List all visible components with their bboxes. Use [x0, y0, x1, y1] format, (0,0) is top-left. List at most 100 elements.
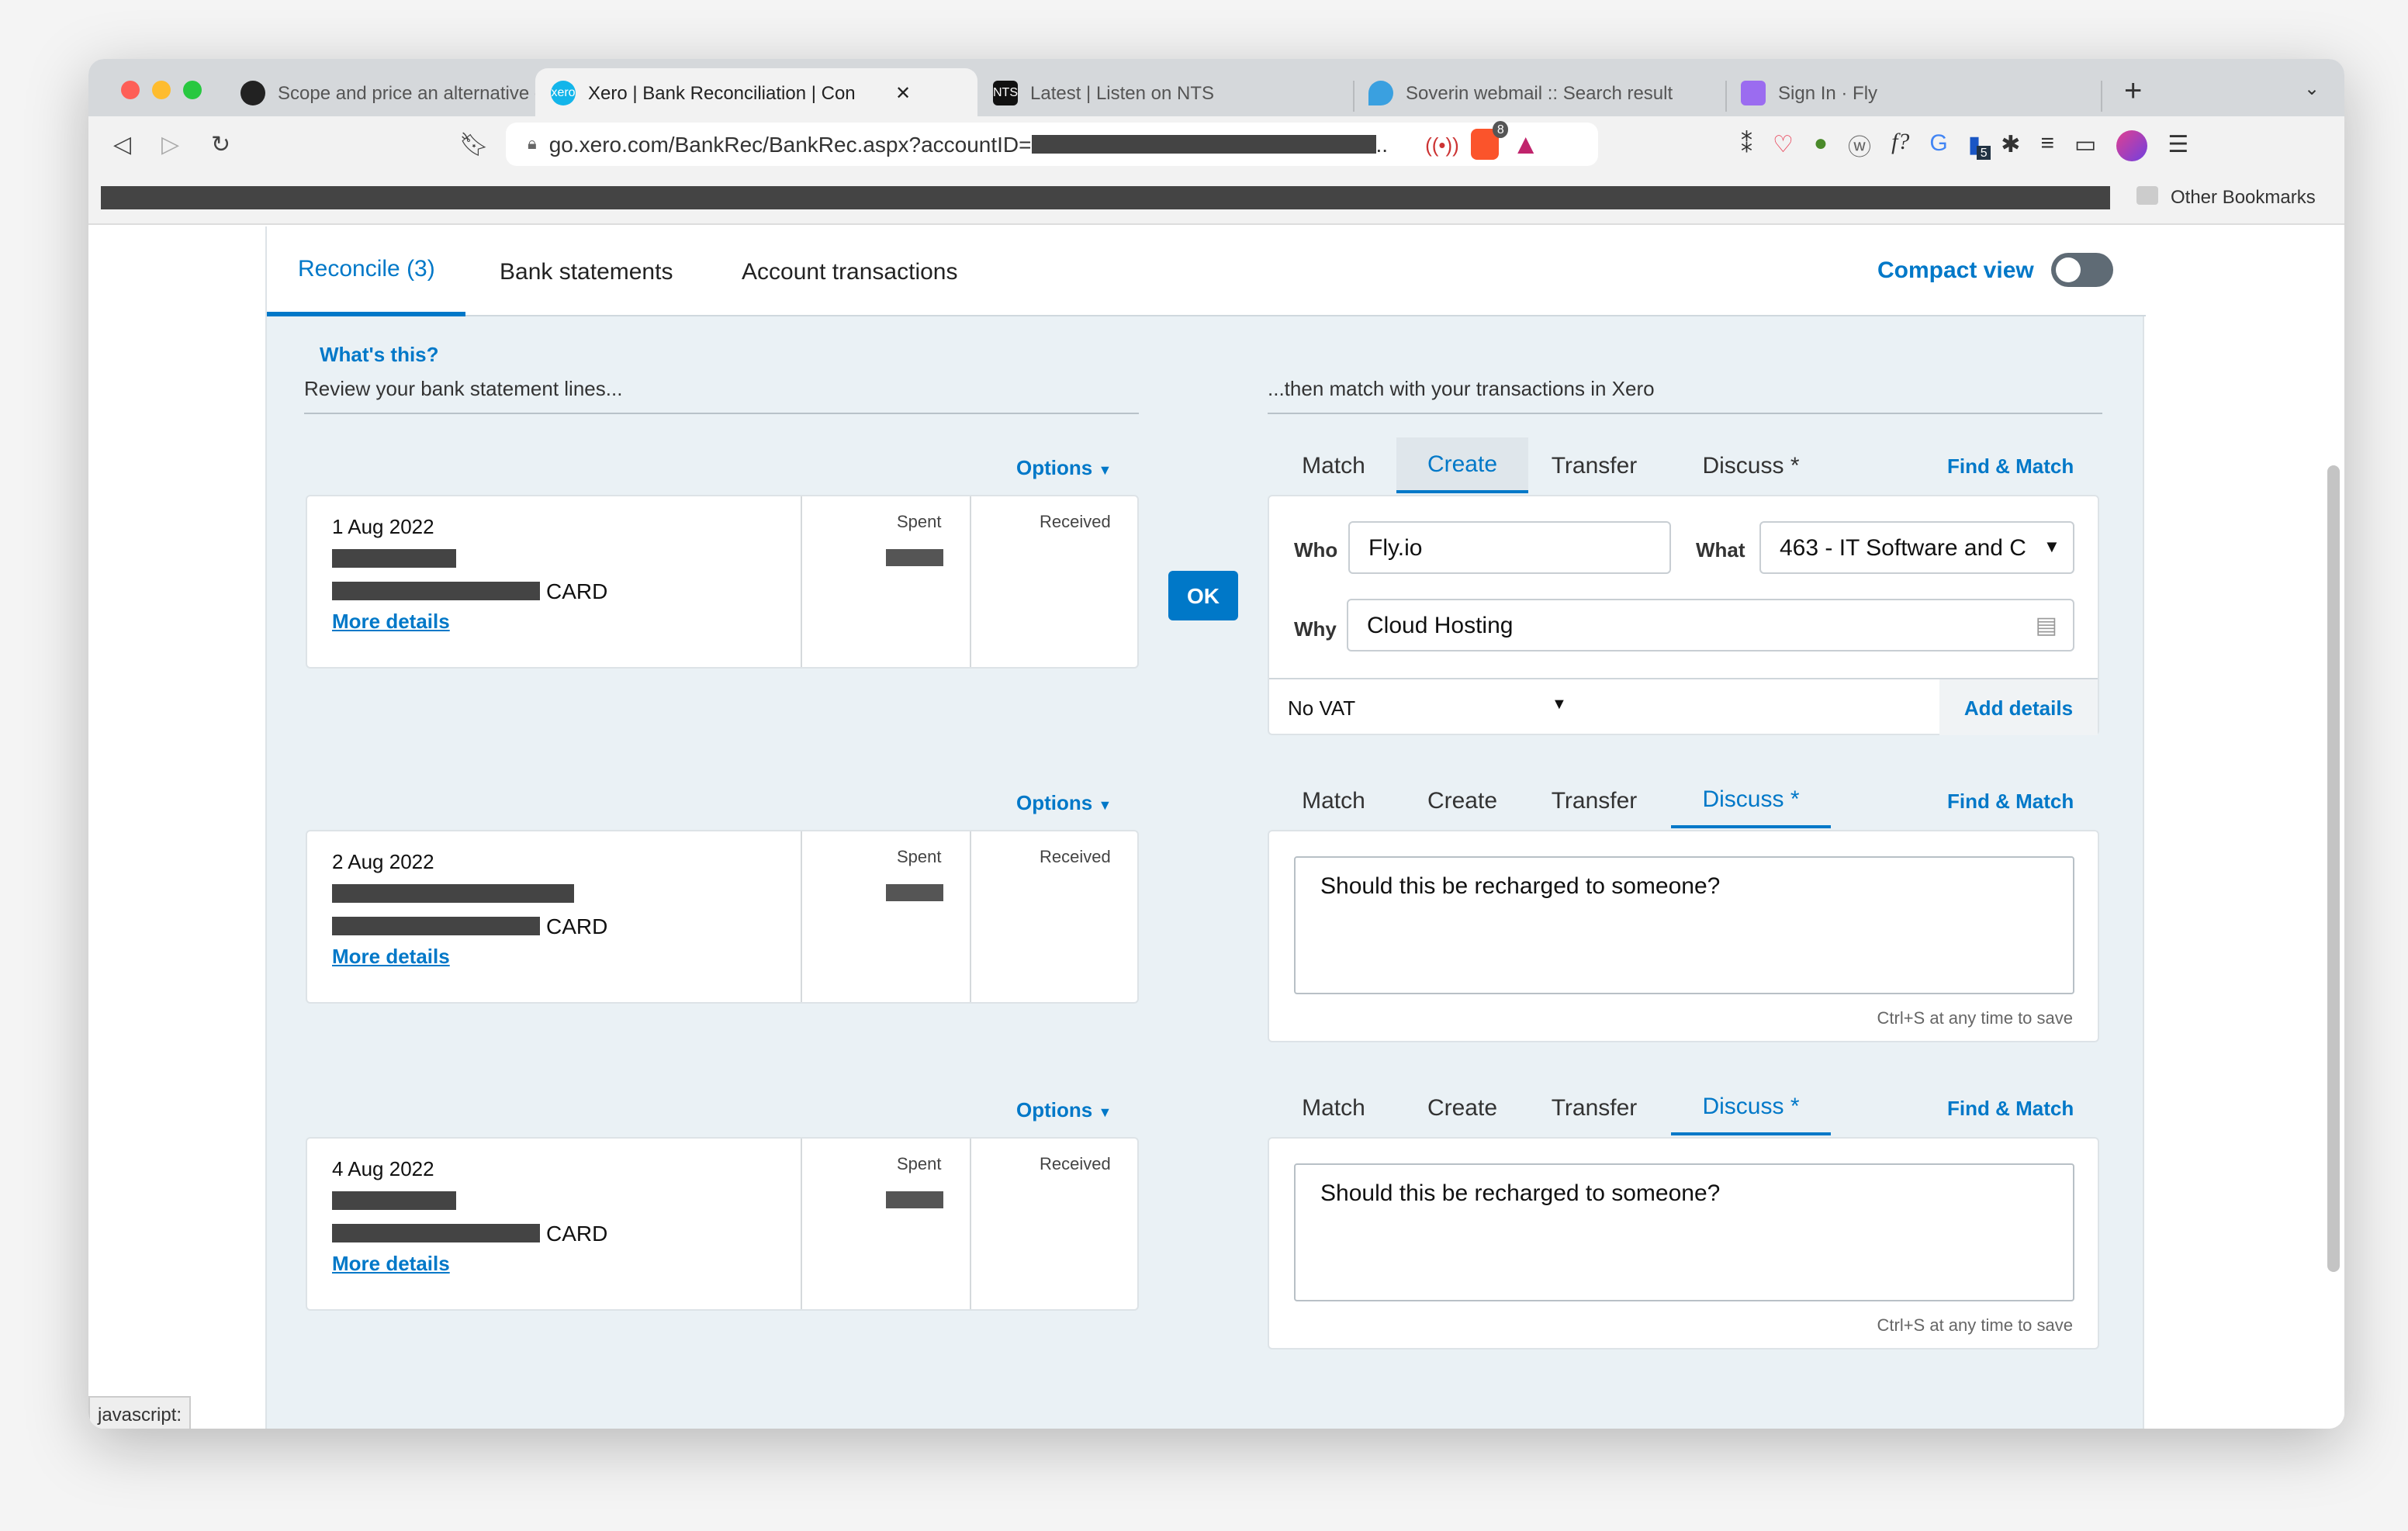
extension-icon[interactable]: ⁑ [1741, 130, 1752, 163]
spent-label: Spent [897, 1156, 942, 1174]
toolbar: ◁ ▷ ↻ 🔖︎ 🔒︎ go.xero.com/BankRec/BankRec.… [88, 116, 2344, 174]
tree-extension-icon[interactable]: ● [1814, 130, 1828, 163]
tab-bank-statements[interactable]: Bank statements [469, 226, 704, 316]
compact-view-toggle[interactable] [2051, 253, 2113, 287]
statement-date: 1 Aug 2022 [332, 515, 434, 538]
reload-icon[interactable]: ↻ [211, 130, 230, 158]
tab-transfer[interactable]: Transfer [1528, 437, 1660, 493]
redacted-reference [332, 1224, 540, 1242]
find-match-link[interactable]: Find & Match [1947, 1097, 2074, 1120]
header: Reconcile (3) Bank statements Account tr… [267, 226, 2146, 316]
wallet-icon[interactable]: ▭ [2074, 130, 2096, 163]
tab-account-transactions[interactable]: Account transactions [711, 226, 989, 316]
redacted-spent-amount [886, 549, 943, 566]
status-bar: javascript: [88, 1396, 192, 1429]
redacted-reference [332, 582, 540, 600]
what-select[interactable]: 463 - IT Software and C ▼ [1759, 521, 2074, 574]
forward-icon[interactable]: ▷ [161, 130, 179, 158]
tab-reconcile[interactable]: Reconcile (3) [267, 226, 466, 316]
tab-match[interactable]: Match [1268, 772, 1399, 828]
browser-tab[interactable]: Sign In · Fly [1725, 68, 2098, 116]
back-icon[interactable]: ◁ [113, 130, 131, 158]
pocket-icon[interactable]: ♡ [1773, 130, 1794, 163]
add-details-button[interactable]: Add details [1939, 679, 2098, 735]
caret-down-icon: ▼ [1552, 696, 1567, 714]
playlist-icon[interactable]: ≡ [2040, 130, 2054, 163]
statement-date: 2 Aug 2022 [332, 850, 434, 873]
tab-discuss[interactable]: Discuss * [1671, 772, 1831, 828]
tab-match[interactable]: Match [1268, 1080, 1399, 1135]
who-input[interactable]: Fly.io [1348, 521, 1671, 574]
nts-icon: NTS [993, 80, 1018, 105]
right-caption: ...then match with your transactions in … [1268, 377, 2102, 414]
close-tab-icon[interactable]: ✕ [895, 81, 911, 103]
browser-tab-active[interactable]: xero Xero | Bank Reconciliation | Con ✕ [535, 68, 977, 116]
whatfont-icon[interactable]: f? [1891, 130, 1909, 163]
options-dropdown[interactable]: Options ▼ [1016, 1098, 1112, 1121]
folder-icon [2136, 186, 2158, 205]
caret-down-icon: ▼ [2043, 538, 2060, 557]
whats-this-link[interactable]: What's this? [320, 343, 439, 366]
close-window-button[interactable] [121, 81, 140, 99]
statement-date: 4 Aug 2022 [332, 1157, 434, 1180]
soverin-icon [1368, 80, 1393, 105]
options-dropdown[interactable]: Options ▼ [1016, 456, 1112, 479]
tab-discuss[interactable]: Discuss * [1671, 437, 1831, 493]
tab-list-chevron-icon[interactable]: ⌄ [2304, 78, 2320, 99]
tab-create[interactable]: Create [1396, 772, 1528, 828]
discuss-textarea[interactable]: Should this be recharged to someone? [1294, 1163, 2074, 1301]
more-details-link[interactable]: More details [332, 1252, 450, 1275]
browser-tab[interactable]: Soverin webmail :: Search result [1353, 68, 1725, 116]
more-details-link[interactable]: More details [332, 945, 450, 968]
redacted-spent-amount [886, 884, 943, 901]
maximize-window-button[interactable] [183, 81, 202, 99]
contact-card-icon[interactable]: ▤ [2036, 611, 2057, 639]
discuss-textarea[interactable]: Should this be recharged to someone? [1294, 856, 2074, 994]
browser-window: Scope and price an alternative calen xer… [88, 59, 2344, 1429]
wappalyzer-icon[interactable]: ⓦ [1848, 130, 1871, 163]
save-hint: Ctrl+S at any time to save [1877, 1010, 2074, 1028]
received-label: Received [1040, 513, 1111, 532]
menu-icon[interactable]: ☰ [2168, 130, 2188, 163]
statement-line: 4 Aug 2022 CARD More details Spent Recei… [306, 1137, 1139, 1311]
address-bar[interactable]: 🔒︎ go.xero.com/BankRec/BankRec.aspx?acco… [506, 121, 1598, 166]
bitwarden-icon[interactable]: ▮ 5 [1968, 130, 1991, 163]
options-dropdown[interactable]: Options ▼ [1016, 791, 1112, 814]
google-translate-icon[interactable]: G [1929, 130, 1947, 163]
tab-match[interactable]: Match [1268, 437, 1399, 493]
why-input[interactable]: Cloud Hosting ▤ [1347, 599, 2074, 651]
tab-transfer[interactable]: Transfer [1528, 772, 1660, 828]
spent-label: Spent [897, 513, 942, 532]
tab-create[interactable]: Create [1396, 1080, 1528, 1135]
find-match-link[interactable]: Find & Match [1947, 790, 2074, 813]
create-panel: Who Fly.io What 463 - IT Software and C ▼… [1268, 495, 2099, 735]
tab-discuss[interactable]: Discuss * [1671, 1080, 1831, 1135]
bookmarks-bar: Other Bookmarks [88, 174, 2344, 225]
browser-tab[interactable]: NTS Latest | Listen on NTS [977, 68, 1350, 116]
save-hint: Ctrl+S at any time to save [1877, 1317, 2074, 1336]
redacted-payee [332, 1191, 456, 1210]
broadcast-blocked-icon[interactable]: ((•)) [1425, 133, 1459, 156]
statement-line: 2 Aug 2022 CARD More details Spent Recei… [306, 830, 1139, 1004]
profile-avatar[interactable] [2116, 130, 2148, 161]
minimize-window-button[interactable] [152, 81, 171, 99]
new-tab-button[interactable]: + [2124, 74, 2142, 110]
redacted [1031, 135, 1376, 154]
ok-button[interactable]: OK [1168, 571, 1238, 620]
brave-rewards-icon[interactable]: ▲ [1512, 128, 1540, 161]
vat-select[interactable]: No VAT ▼ [1288, 696, 1567, 720]
bookmark-icon[interactable]: 🔖︎ [459, 130, 489, 158]
page: Reconcile (3) Bank statements Account tr… [88, 226, 2344, 1429]
received-label: Received [1040, 1156, 1111, 1174]
tab-transfer[interactable]: Transfer [1528, 1080, 1660, 1135]
scrollbar[interactable] [2327, 465, 2340, 1272]
lock-icon: 🔒︎ [528, 134, 537, 153]
brave-shields-icon[interactable]: 8 [1471, 121, 1509, 160]
find-match-link[interactable]: Find & Match [1947, 454, 2074, 478]
other-bookmarks[interactable]: Other Bookmarks [2136, 186, 2316, 208]
more-details-link[interactable]: More details [332, 610, 450, 633]
tab-bar: Scope and price an alternative calen xer… [88, 59, 2344, 116]
spent-label: Spent [897, 848, 942, 867]
extensions-puzzle-icon[interactable]: ✱ [2001, 130, 2020, 163]
tab-create[interactable]: Create [1396, 437, 1528, 493]
